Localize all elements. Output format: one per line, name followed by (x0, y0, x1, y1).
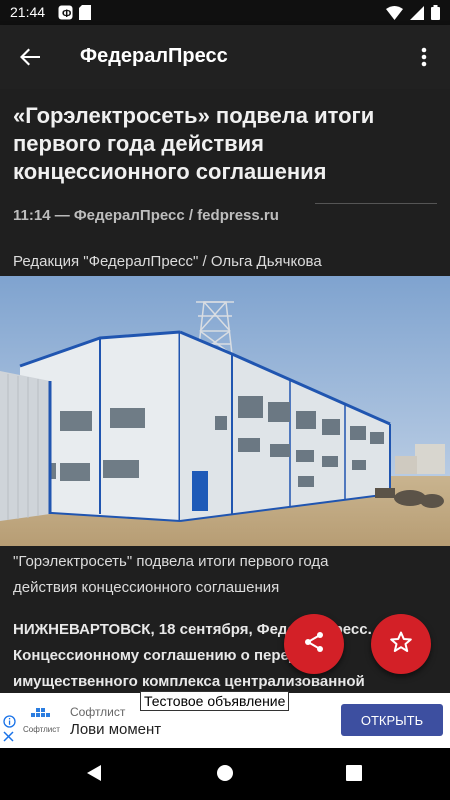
more-vert-icon[interactable] (410, 43, 438, 71)
arrow-back-icon[interactable] (14, 41, 46, 73)
battery-icon (431, 5, 440, 23)
favorite-button[interactable] (371, 614, 431, 674)
advertiser-logo: Софтлист (22, 707, 62, 735)
nav-recents-icon[interactable] (346, 765, 362, 786)
article-content[interactable]: «Горэлектросеть» подвела итоги первого г… (0, 89, 450, 693)
ad-open-button[interactable]: ОТКРЫТЬ (341, 704, 443, 736)
article-authors: Редакция "ФедералПресс" / Ольга Дьячкова (13, 253, 322, 270)
status-bar: 21:44 Ф (0, 0, 450, 25)
ad-advertiser: Софтлист (70, 705, 126, 719)
svg-text:Софтлист: Софтлист (23, 725, 60, 734)
app-title: ФедералПресс (80, 45, 228, 67)
system-nav-bar (0, 748, 450, 800)
wifi-icon (386, 5, 403, 23)
share-button[interactable] (284, 614, 344, 674)
ad-banner[interactable]: Тестовое объявление Софтлист Софтлист Ло… (0, 691, 450, 748)
share-icon (302, 630, 326, 659)
signal-icon (410, 5, 424, 23)
app-notification-icon: Ф (58, 5, 73, 23)
sd-card-icon (79, 5, 91, 23)
article-meta: 11:14 — ФедералПресс / fedpress.ru (13, 207, 279, 224)
app-bar: ФедералПресс (0, 25, 450, 89)
article-headline: «Горэлектросеть» подвела итоги первого г… (13, 103, 375, 184)
ad-slogan: Лови момент (70, 721, 162, 738)
photo-caption: "Горэлектросеть" подвела итоги первого г… (13, 553, 329, 596)
test-ad-label: Тестовое объявление (140, 691, 290, 711)
nav-back-icon[interactable] (85, 764, 103, 787)
status-time: 21:44 (10, 4, 46, 20)
star-outline-icon (389, 630, 413, 659)
nav-home-icon[interactable] (216, 764, 234, 787)
meta-divider (315, 203, 437, 204)
ad-close-icon[interactable] (3, 730, 14, 745)
svg-text:Ф: Ф (62, 8, 71, 20)
